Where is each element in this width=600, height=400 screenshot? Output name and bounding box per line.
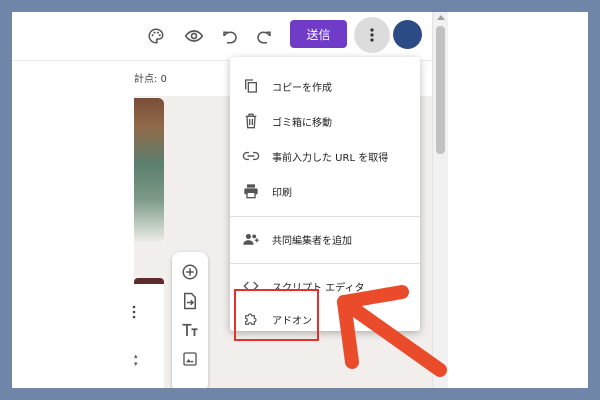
text-title-icon[interactable] <box>180 320 200 340</box>
header-image <box>134 98 164 243</box>
menu-item-label: コピーを作成 <box>272 82 332 94</box>
menu-item-make-copy[interactable]: コピーを作成 <box>230 69 420 103</box>
menu-item-label: 事前入力した URL を取得 <box>272 152 389 164</box>
redo-icon[interactable] <box>252 24 276 48</box>
menu-divider <box>230 216 420 217</box>
import-icon[interactable] <box>180 291 200 311</box>
menu-item-print[interactable]: 印刷 <box>230 174 420 208</box>
menu-item-prefilled-url[interactable]: 事前入力した URL を取得 <box>230 139 420 173</box>
trash-icon <box>242 112 260 130</box>
score-text: 計点: 0 <box>134 74 167 85</box>
app-window: 送信 計点: 0 ▴ ▾ コピーを作成 ゴミ箱に移動 事前入力した URL を取… <box>12 12 588 388</box>
pointer-arrow-icon <box>337 285 447 377</box>
stepper-icon[interactable]: ▴ ▾ <box>134 352 144 372</box>
menu-item-label: ゴミ箱に移動 <box>272 117 332 129</box>
side-toolbar <box>172 252 208 388</box>
menu-divider <box>230 263 420 264</box>
image-icon[interactable] <box>180 349 200 369</box>
drag-handle-icon[interactable] <box>130 304 138 320</box>
copy-icon <box>242 77 260 95</box>
more-vert-icon[interactable] <box>354 17 390 53</box>
menu-item-label: 印刷 <box>272 187 292 199</box>
scroll-up-icon[interactable] <box>437 15 445 20</box>
addon-highlight-box <box>234 289 319 341</box>
print-icon <box>242 182 260 200</box>
palette-icon[interactable] <box>144 24 168 48</box>
avatar[interactable] <box>393 20 422 49</box>
menu-item-move-to-trash[interactable]: ゴミ箱に移動 <box>230 104 420 138</box>
undo-icon[interactable] <box>218 24 242 48</box>
menu-item-add-collaborators[interactable]: 共同編集者を追加 <box>230 222 420 256</box>
eye-icon[interactable] <box>182 24 206 48</box>
link-icon <box>242 147 260 165</box>
add-people-icon <box>242 230 260 248</box>
menu-item-label: 共同編集者を追加 <box>272 235 352 247</box>
send-button[interactable]: 送信 <box>290 20 347 48</box>
add-circle-icon[interactable] <box>180 262 200 282</box>
scroll-thumb[interactable] <box>436 26 445 154</box>
toolbar: 送信 <box>12 12 432 60</box>
